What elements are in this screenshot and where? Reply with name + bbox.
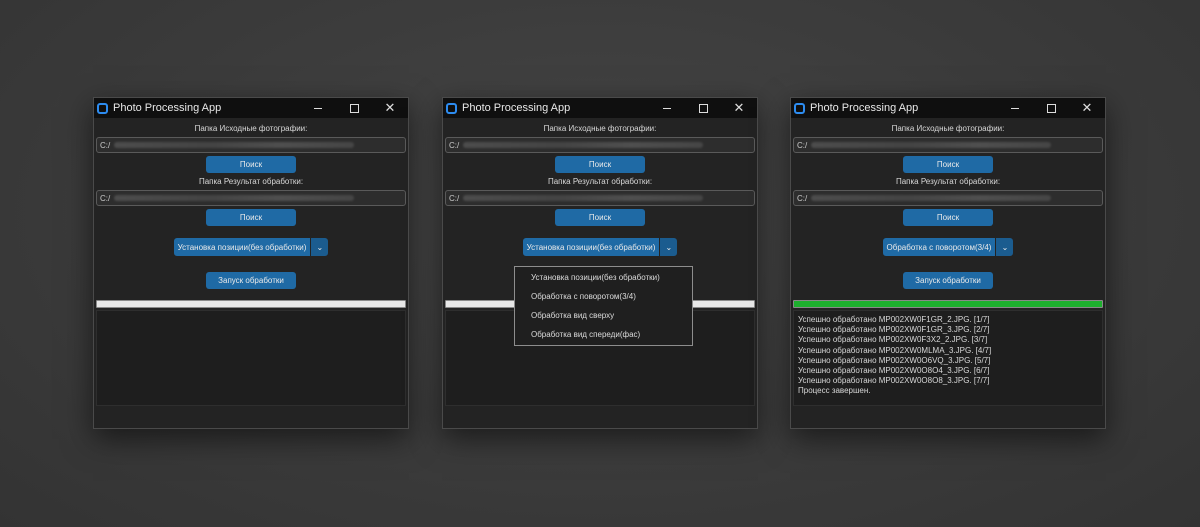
title-bar[interactable]: Photo Processing App ✕ [94,98,408,118]
redacted-path [811,195,1052,201]
progress-bar [96,300,406,308]
start-button[interactable]: Запуск обработки [206,272,296,289]
log-line: Успешно обработано MP002XW0F1GR_3.JPG. [… [798,325,990,335]
progress-fill [794,301,1102,307]
dropdown-option[interactable]: Обработка вид спереди(фас) [515,325,692,344]
redacted-path [114,195,355,201]
log-line: Успешно обработано MP002XW0O8O4_3.JPG. [… [798,366,990,376]
dropdown-option[interactable]: Установка позиции(без обработки) [515,268,692,287]
minimize-icon[interactable] [649,98,685,118]
close-icon[interactable]: ✕ [1069,98,1105,118]
minimize-icon[interactable] [997,98,1033,118]
progress-bar [793,300,1103,308]
path-prefix: C:/ [797,193,808,203]
start-button[interactable]: Запуск обработки [903,272,993,289]
log-line: Успешно обработано MP002XW0O6VQ_3.JPG. [… [798,355,991,365]
maximize-icon[interactable] [685,98,721,118]
maximize-icon[interactable] [336,98,372,118]
chevron-down-icon[interactable]: ⌄ [996,238,1014,256]
path-prefix: C:/ [100,140,111,150]
mode-select[interactable]: Установка позиции(без обработки) ⌄ [522,238,678,256]
log-line: Успешно обработано MP002XW0O8O8_3.JPG. [… [798,376,990,386]
title-bar[interactable]: Photo Processing App ✕ [791,98,1105,118]
source-folder-label: Папка Исходные фотографии: [543,124,657,133]
source-folder-label: Папка Исходные фотографии: [194,124,308,133]
path-prefix: C:/ [100,193,111,203]
app-icon [446,102,457,114]
result-folder-input[interactable]: C:/ [793,190,1103,206]
mode-select-value[interactable]: Установка позиции(без обработки) [522,238,660,256]
maximize-icon[interactable] [1033,98,1069,118]
window-title: Photo Processing App [113,102,222,114]
title-bar[interactable]: Photo Processing App ✕ [443,98,757,118]
mode-dropdown-menu: Установка позиции(без обработки) Обработ… [514,266,693,346]
window-title: Photo Processing App [462,102,571,114]
log-area: Успешно обработано MP002XW0F1GR_2.JPG. [… [793,310,1103,406]
log-line: Успешно обработано MP002XW0MLMA_3.JPG. [… [798,345,992,355]
log-line: Успешно обработано MP002XW0F3X2_2.JPG. [… [798,335,988,345]
result-folder-input[interactable]: C:/ [96,190,406,206]
log-line: Успешно обработано MP002XW0F1GR_2.JPG. [… [798,315,990,324]
log-area [96,310,406,406]
app-window-1: Photo Processing App ✕ Папка Исходные фо… [93,97,409,429]
result-folder-label: Папка Результат обработки: [895,177,1001,186]
redacted-path [811,142,1052,148]
app-icon [794,102,805,114]
source-folder-input[interactable]: C:/ [96,137,406,153]
app-window-2: Photo Processing App ✕ Папка Исходные фо… [442,97,758,429]
source-folder-input[interactable]: C:/ [793,137,1103,153]
window-title: Photo Processing App [810,102,919,114]
path-prefix: C:/ [797,140,808,150]
result-search-button[interactable]: Поиск [903,209,993,226]
dropdown-option[interactable]: Обработка вид сверху [515,306,692,325]
close-icon[interactable]: ✕ [721,98,757,118]
mode-select-value[interactable]: Установка позиции(без обработки) [173,238,311,256]
chevron-down-icon[interactable]: ⌄ [660,238,678,256]
app-window-3: Photo Processing App ✕ Папка Исходные фо… [790,97,1106,429]
dropdown-option[interactable]: Обработка с поворотом(3/4) [515,287,692,306]
source-folder-label: Папка Исходные фотографии: [891,124,1005,133]
mode-select[interactable]: Обработка с поворотом(3/4) ⌄ [882,238,1014,256]
result-folder-label: Папка Результат обработки: [198,177,304,186]
close-icon[interactable]: ✕ [372,98,408,118]
result-folder-input[interactable]: C:/ [445,190,755,206]
source-search-button[interactable]: Поиск [555,156,645,173]
path-prefix: C:/ [449,140,460,150]
log-line: Процесс завершен. [798,386,871,396]
redacted-path [463,195,704,201]
app-icon [97,102,108,114]
result-search-button[interactable]: Поиск [206,209,296,226]
mode-select-value[interactable]: Обработка с поворотом(3/4) [882,238,996,256]
mode-select[interactable]: Установка позиции(без обработки) ⌄ [173,238,329,256]
source-search-button[interactable]: Поиск [903,156,993,173]
result-search-button[interactable]: Поиск [555,209,645,226]
redacted-path [463,142,704,148]
redacted-path [114,142,355,148]
source-folder-input[interactable]: C:/ [445,137,755,153]
minimize-icon[interactable] [300,98,336,118]
chevron-down-icon[interactable]: ⌄ [311,238,329,256]
result-folder-label: Папка Результат обработки: [547,177,653,186]
path-prefix: C:/ [449,193,460,203]
source-search-button[interactable]: Поиск [206,156,296,173]
